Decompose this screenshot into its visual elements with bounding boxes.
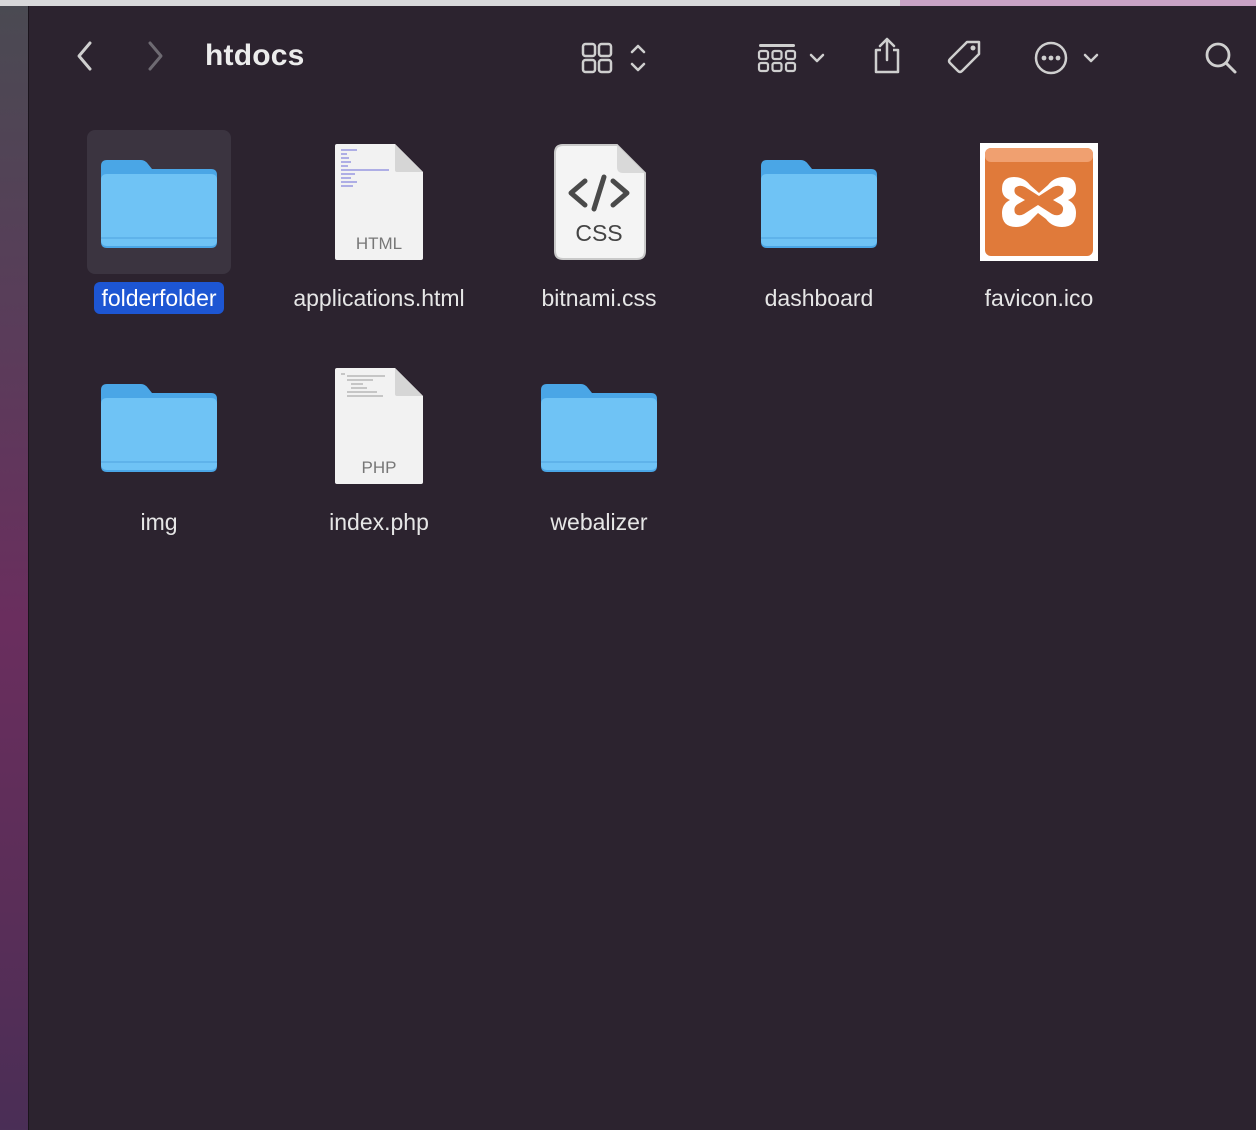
file-item-label: applications.html (293, 285, 465, 311)
view-mode-button[interactable] (577, 38, 655, 78)
folder-icon (101, 384, 217, 472)
file-item-label: folderfolder (94, 282, 224, 314)
folder-icon (541, 384, 657, 472)
file-item-dashboard[interactable]: dashboard (719, 130, 919, 314)
chevron-right-icon (148, 41, 163, 71)
file-item-icon-box: PHP (307, 354, 451, 498)
search-icon (1205, 42, 1237, 74)
icon-grid-view-icon (581, 42, 646, 74)
file-item-label: index.php (329, 509, 429, 535)
file-item-label: favicon.ico (984, 285, 1094, 311)
folder-icon (761, 160, 877, 248)
file-item-index-php[interactable]: PHP index.php (279, 354, 479, 538)
share-button[interactable] (865, 34, 909, 78)
file-item-icon-box (87, 354, 231, 498)
forward-button[interactable] (135, 36, 175, 76)
file-type-badge: HTML (355, 234, 403, 253)
chevron-left-icon (77, 41, 92, 71)
file-item-applications-html[interactable]: HTML applications.html (279, 130, 479, 314)
finder-window: htdocs folderfolder HTML applications.ht… (28, 6, 1256, 1130)
file-item-label: webalizer (550, 509, 648, 535)
group-by-icon (757, 44, 825, 73)
search-button[interactable] (1199, 36, 1243, 80)
file-item-icon-box (747, 130, 891, 274)
file-item-icon-box: CSS (527, 130, 671, 274)
more-actions-button[interactable] (1029, 36, 1107, 80)
file-item-icon-box: HTML (307, 130, 451, 274)
back-button[interactable] (65, 36, 105, 76)
window-title: htdocs (205, 39, 305, 72)
folder-icon (101, 160, 217, 248)
group-by-button[interactable] (753, 38, 831, 78)
tag-button[interactable] (943, 36, 987, 80)
file-type-badge: CSS (575, 220, 623, 246)
file-item-bitnami-css[interactable]: CSS bitnami.css (499, 130, 699, 314)
file-item-icon-box (87, 130, 231, 274)
file-item-img[interactable]: img (59, 354, 259, 538)
file-item-label: bitnami.css (541, 285, 657, 311)
file-item-folderfolder[interactable]: folderfolder (59, 130, 259, 314)
file-type-badge: PHP (361, 458, 397, 477)
xampp-logo-icon (980, 143, 1098, 261)
file-item-label: img (140, 509, 178, 535)
file-item-label: dashboard (764, 285, 874, 311)
file-item-icon-box (967, 130, 1111, 274)
file-item-icon-box (527, 354, 671, 498)
share-icon (874, 37, 900, 74)
file-item-favicon-ico[interactable]: favicon.ico (939, 130, 1139, 314)
tag-icon (947, 40, 981, 74)
ellipsis-circle-icon (1034, 41, 1099, 75)
file-item-webalizer[interactable]: webalizer (499, 354, 699, 538)
